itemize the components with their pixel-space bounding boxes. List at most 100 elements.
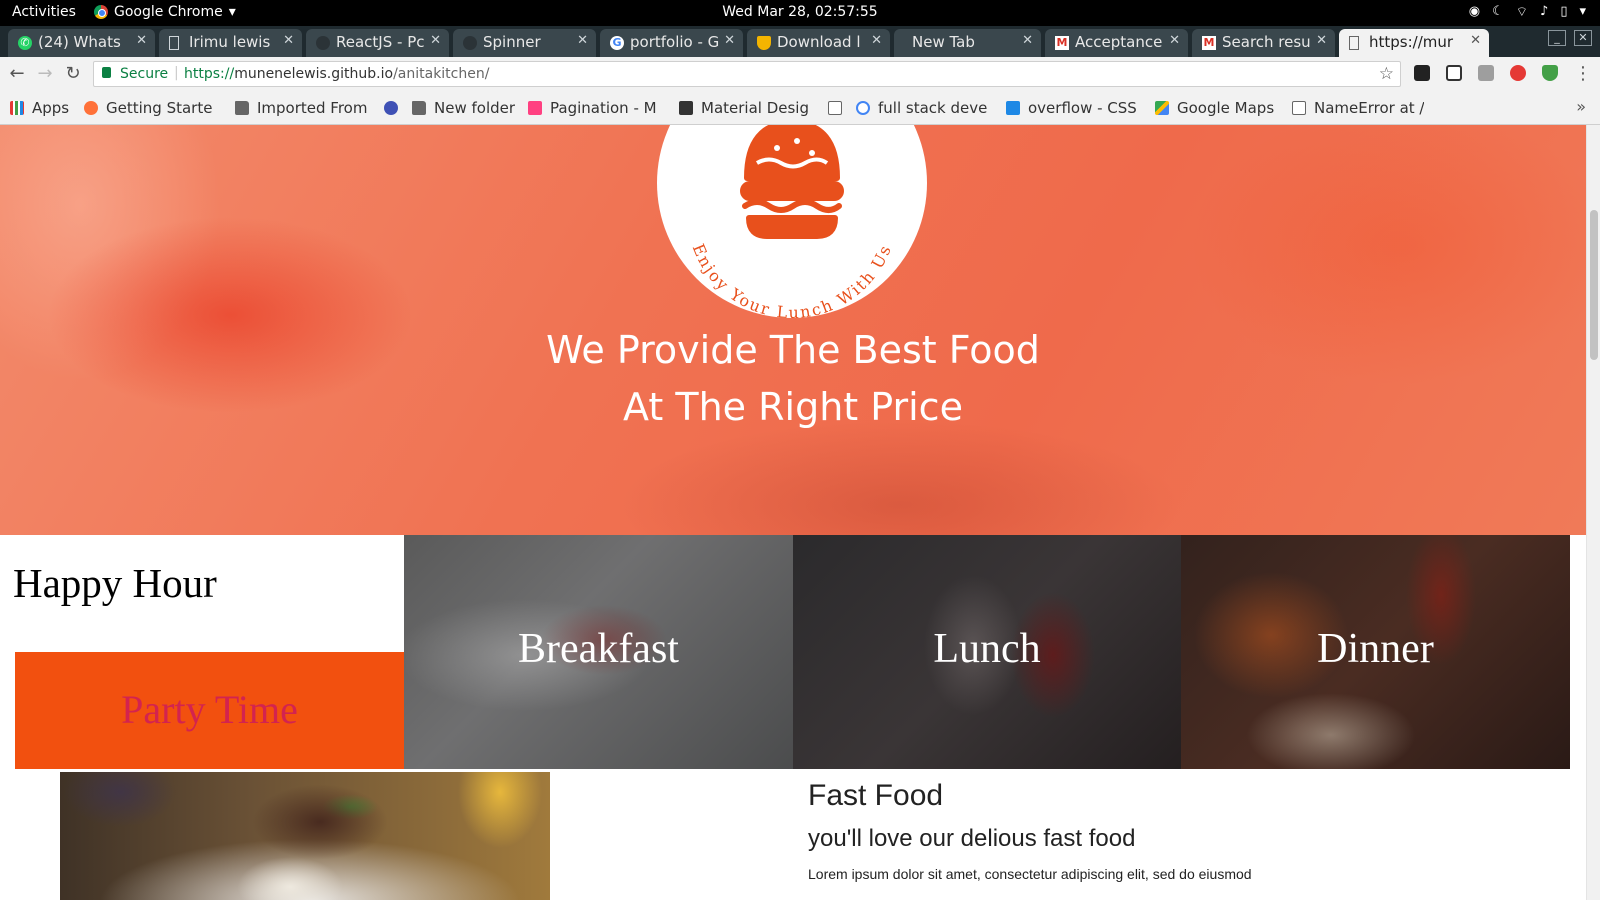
maps-icon bbox=[1155, 101, 1169, 115]
tab-label: https://mur bbox=[1369, 33, 1454, 51]
gray-extension-icon[interactable] bbox=[1478, 65, 1494, 81]
bookmark-label: Material Desig bbox=[701, 99, 809, 117]
logo-tagline: Enjoy Your Lunch With Us bbox=[689, 241, 896, 318]
shield-icon bbox=[757, 36, 771, 50]
volume-icon[interactable]: ♪ bbox=[1540, 4, 1548, 20]
dinner-card[interactable]: Dinner bbox=[1181, 535, 1570, 769]
logo-badge: Enjoy Your Lunch With Us bbox=[657, 125, 927, 322]
apps-grid-icon bbox=[10, 101, 24, 115]
bookmark-imported-from[interactable]: Imported From bbox=[235, 99, 371, 117]
page-scrollbar[interactable] bbox=[1586, 125, 1600, 900]
close-icon[interactable]: ✕ bbox=[1018, 33, 1033, 48]
close-icon[interactable]: ✕ bbox=[1312, 33, 1327, 48]
system-top-bar: Activities Google Chrome ▾ Wed Mar 28, 0… bbox=[0, 0, 1600, 26]
close-icon[interactable]: ✕ bbox=[279, 33, 294, 48]
m-box-icon bbox=[679, 101, 693, 115]
bookmark-new-folder[interactable]: New folder bbox=[412, 99, 515, 117]
tab-search-results[interactable]: M Search resu ✕ bbox=[1192, 29, 1335, 57]
tab-label: Irimu lewis bbox=[189, 33, 271, 51]
happy-hour-section: Happy Hour Party Time bbox=[0, 535, 404, 769]
activities-button[interactable]: Activities bbox=[12, 4, 76, 20]
app-menu[interactable]: Google Chrome ▾ bbox=[94, 4, 236, 20]
cube-extension-icon[interactable] bbox=[1446, 65, 1462, 81]
bookmark-label: Pagination - M bbox=[550, 99, 657, 117]
whatsapp-icon: ✆ bbox=[18, 36, 32, 50]
battery-icon[interactable]: ▯ bbox=[1560, 4, 1567, 20]
bookmark-d[interactable] bbox=[384, 99, 406, 117]
folder-icon bbox=[412, 101, 426, 115]
bookmarks-bar: Apps Getting Starte Imported From New fo… bbox=[0, 91, 1600, 125]
tab-reactjs[interactable]: ReactJS - Pc ✕ bbox=[306, 29, 449, 57]
bookmark-untitled-page[interactable] bbox=[828, 99, 850, 117]
bookmark-getting-started[interactable]: Getting Starte bbox=[84, 99, 220, 117]
bookmark-nameerror[interactable]: NameError at / bbox=[1292, 99, 1424, 117]
minimize-icon[interactable]: _ bbox=[1548, 30, 1566, 46]
extension-icon[interactable] bbox=[1414, 65, 1430, 81]
url-host: munenelewis.github.io bbox=[234, 66, 394, 82]
document-icon bbox=[169, 36, 179, 50]
gmail-icon: M bbox=[1055, 36, 1069, 50]
forward-arrow-icon[interactable]: → bbox=[34, 63, 56, 84]
record-icon[interactable]: ◉ bbox=[1469, 4, 1480, 20]
clock[interactable]: Wed Mar 28, 02:57:55 bbox=[0, 4, 1600, 20]
menu-kebab-icon[interactable]: ⋮ bbox=[1572, 63, 1594, 84]
reload-icon[interactable]: ↻ bbox=[62, 63, 84, 84]
tab-portfolio[interactable]: G portfolio - G ✕ bbox=[600, 29, 743, 57]
tab-label: ReactJS - Pc bbox=[336, 33, 425, 51]
tab-acceptance[interactable]: M Acceptance ✕ bbox=[1045, 29, 1188, 57]
lock-icon bbox=[102, 67, 111, 78]
close-icon[interactable]: ✕ bbox=[1165, 33, 1180, 48]
lunch-card[interactable]: Lunch bbox=[793, 535, 1181, 769]
hero-banner: Enjoy Your Lunch With Us We Provide The … bbox=[0, 125, 1586, 535]
tab-spinner[interactable]: Spinner ✕ bbox=[453, 29, 596, 57]
d-circle-icon bbox=[384, 101, 398, 115]
chevron-down-icon[interactable]: ▾ bbox=[1579, 4, 1586, 20]
close-window-icon[interactable]: ✕ bbox=[1574, 30, 1592, 46]
red-extension-icon[interactable] bbox=[1510, 65, 1526, 81]
wifi-icon[interactable]: ⌔ bbox=[1516, 4, 1528, 20]
tab-whatsapp[interactable]: ✆ (24) Whats ✕ bbox=[8, 29, 155, 57]
tab-label: Search resu bbox=[1222, 33, 1311, 51]
shield-extension-icon[interactable] bbox=[1542, 65, 1558, 81]
fast-food-title: Fast Food bbox=[808, 779, 944, 812]
close-icon[interactable]: ✕ bbox=[867, 33, 882, 48]
bookmark-label: New folder bbox=[434, 99, 516, 117]
bookmark-material-design[interactable]: Material Desig bbox=[679, 99, 811, 117]
party-time-card[interactable]: Party Time bbox=[15, 652, 404, 769]
web-page: Enjoy Your Lunch With Us We Provide The … bbox=[0, 125, 1600, 900]
tab-label: Spinner bbox=[483, 33, 541, 51]
scrollbar-thumb[interactable] bbox=[1590, 210, 1598, 360]
bookmark-full-stack[interactable]: full stack deve bbox=[856, 99, 993, 117]
burger-icon bbox=[740, 125, 844, 239]
more-bookmarks-icon[interactable]: » bbox=[1576, 97, 1586, 116]
firefox-icon bbox=[84, 101, 98, 115]
bookmark-google-maps[interactable]: Google Maps bbox=[1155, 99, 1274, 117]
url-text[interactable]: https://munenelewis.github.io/anitakitch… bbox=[184, 66, 489, 82]
github-icon bbox=[463, 36, 477, 50]
bookmark-label: full stack deve bbox=[878, 99, 988, 117]
night-light-icon[interactable]: ☾ bbox=[1492, 4, 1504, 20]
bookmark-pagination[interactable]: Pagination - M bbox=[528, 99, 664, 117]
system-tray[interactable]: ◉ ☾ ⌔ ♪ ▯ ▾ bbox=[1469, 4, 1586, 20]
back-arrow-icon[interactable]: ← bbox=[6, 63, 28, 84]
tab-irimu-lewis[interactable]: Irimu lewis ✕ bbox=[159, 29, 302, 57]
close-icon[interactable]: ✕ bbox=[132, 33, 147, 48]
close-icon[interactable]: ✕ bbox=[573, 33, 588, 48]
bookmark-apps[interactable]: Apps bbox=[10, 99, 69, 117]
close-icon[interactable]: ✕ bbox=[1466, 33, 1481, 48]
bookmark-star-icon[interactable]: ☆ bbox=[1379, 64, 1394, 84]
tab-new-tab[interactable]: New Tab ✕ bbox=[894, 29, 1041, 57]
hero-headline-line1: We Provide The Best Food bbox=[546, 328, 1040, 372]
dessert-photo bbox=[60, 772, 550, 900]
tab-active-site[interactable]: https://mur ✕ bbox=[1339, 29, 1489, 57]
omnibox-divider: | bbox=[174, 65, 179, 81]
burger-logo: Enjoy Your Lunch With Us bbox=[689, 125, 896, 322]
bookmark-label: NameError at / bbox=[1314, 99, 1425, 117]
close-icon[interactable]: ✕ bbox=[720, 33, 735, 48]
bookmark-overflow-css[interactable]: overflow - CSS bbox=[1006, 99, 1137, 117]
close-icon[interactable]: ✕ bbox=[426, 33, 441, 48]
address-bar[interactable]: Secure | https://munenelewis.github.io/a… bbox=[93, 61, 1401, 87]
bookmark-label: Google Maps bbox=[1177, 99, 1275, 117]
breakfast-card[interactable]: Breakfast bbox=[404, 535, 793, 769]
tab-download[interactable]: Download l ✕ bbox=[747, 29, 890, 57]
